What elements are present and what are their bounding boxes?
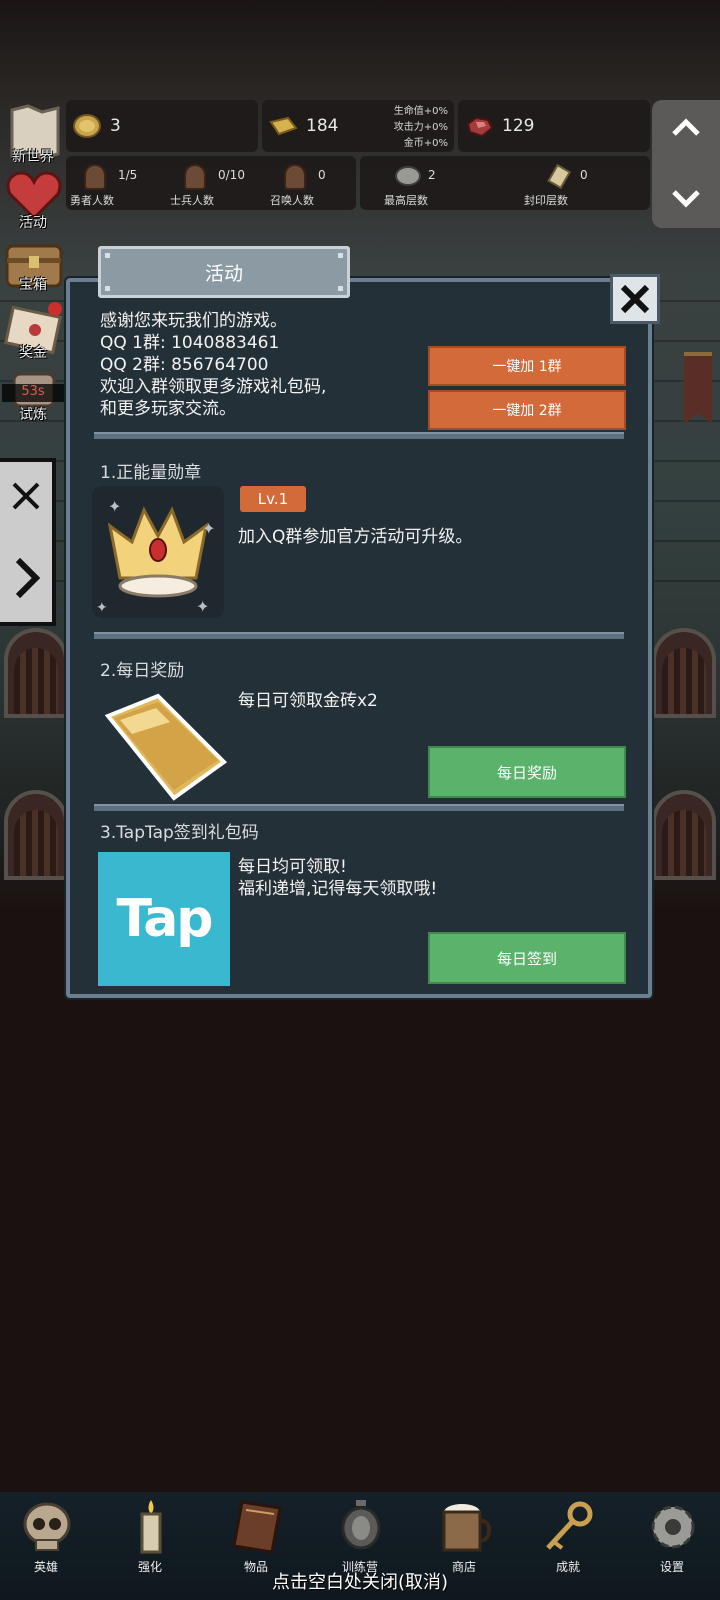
rivet [338,253,343,258]
gold-bonus: 金币+0% [403,138,448,149]
section-title-daily-reward: 2.每日奖励 [100,661,185,681]
section-divider [94,632,624,639]
wall-banner [684,352,712,424]
dialog-title-tab: 活动 [98,246,350,298]
summon-count-label: 召唤人数 [270,194,314,207]
coin-icon [73,114,101,138]
side-item-label: 活动 [19,215,47,231]
max-floor-value: 2 [428,168,436,182]
taptap-checkin-button[interactable]: 每日签到 [428,932,626,984]
svg-text:✦: ✦ [202,519,215,538]
max-floor-label: 最高层数 [384,194,428,207]
lantern-icon [341,1500,381,1550]
gem-counter: 129 [458,100,650,152]
trial-timer: 53s [2,384,64,402]
join-group-1-button[interactable]: 一键加 1群 [428,346,626,386]
close-x-icon [620,284,650,314]
crown-medal-icon: ✦ ✦ ✦ ✦ [96,497,215,616]
sealed-floor-value: 0 [580,168,588,182]
rivet [338,286,343,291]
notification-dot [48,302,62,316]
mug-icon [442,1504,491,1552]
svg-text:✦: ✦ [108,497,121,516]
hero-count: 1/5 勇者人数 [70,164,137,207]
side-panel-toggle[interactable] [0,458,56,626]
hero-figure-icon [84,164,106,190]
ruby-icon [466,116,494,138]
candle-icon [140,1500,162,1554]
dungeon-door [652,790,716,880]
join-group-2-button[interactable]: 一键加 2群 [428,390,626,430]
taptap-logo-text: Tap [116,889,213,949]
medal-level-badge: Lv.1 [240,486,306,512]
attack-bonus: 攻击力+0% [393,122,448,133]
side-item-activity[interactable]: 活动 [0,170,68,234]
hero-count-label: 勇者人数 [70,194,114,207]
bonus-stats: 生命值+0% 攻击力+0% 金币+0% [394,104,448,152]
key-icon [546,1501,593,1550]
dialog-close-button[interactable] [610,274,660,324]
section-title-medal: 1.正能量勋章 [100,463,202,483]
book-icon [232,1500,282,1554]
gear-icon [651,1505,695,1549]
scroll-down-icon[interactable] [670,188,702,208]
section-divider [94,804,624,811]
side-item-label: 新世界 [12,149,54,165]
close-icon[interactable] [10,480,42,512]
soldier-count-label: 士兵人数 [170,194,214,207]
max-floor-count: 2 最高层数 [384,164,436,207]
summon-count: 0 召唤人数 [270,164,326,207]
soldier-count: 0/10 士兵人数 [170,164,245,207]
side-item-new-world[interactable]: 新世界 [0,104,68,168]
svg-text:✦: ✦ [196,597,209,616]
summon-count-value: 0 [318,168,326,182]
rivet [105,253,110,258]
gold-brick-count: 184 [306,116,339,136]
side-item-label: 试炼 [19,407,47,423]
sealed-floor-label: 封印层数 [524,194,568,207]
dungeon-door [4,790,68,880]
medal-description: 加入Q群参加官方活动可升级。 [238,527,473,547]
medal-frame: ✦ ✦ ✦ ✦ [92,486,224,618]
svg-text:✦: ✦ [96,600,108,616]
taptap-logo: Tap [98,852,230,986]
section-divider [94,432,624,439]
coin-count: 3 [110,116,121,136]
taptap-description: 每日均可领取! 福利递增,记得每天领取哦! [238,857,438,899]
side-item-label: 奖金 [19,345,47,361]
hero-count-value: 1/5 [118,168,138,182]
daily-reward-description: 每日可领取金砖x2 [238,691,378,711]
gem-count: 129 [502,116,535,136]
gold-brick-icon [269,116,298,136]
floor-scroll-panel [652,100,720,228]
skull-icon [23,1502,71,1551]
soldier-count-value: 0/10 [218,168,245,182]
dungeon-door [652,628,716,718]
intro-text: 感谢您来玩我们的游戏。 QQ 1群: 1040883461 QQ 2群: 856… [100,311,327,419]
summon-figure-icon [284,164,306,190]
side-item-trial[interactable]: 53s 试炼 [0,368,68,432]
gold-bar-icon [104,693,228,801]
tap-outside-close-hint[interactable]: 点击空白处关闭(取消) [0,1568,720,1594]
dungeon-door [4,628,68,718]
soldier-figure-icon [184,164,206,190]
dialog-title: 活动 [204,262,243,285]
section-title-taptap: 3.TapTap签到礼包码 [100,823,259,843]
scroll-up-icon[interactable] [670,118,702,138]
side-item-bonus[interactable]: 奖金 [0,302,68,366]
daily-reward-button[interactable]: 每日奖励 [428,746,626,798]
gold-brick-counter: 184 生命值+0% 攻击力+0% 金币+0% [262,100,454,152]
side-item-chest[interactable]: 宝箱 [0,236,68,300]
coin-counter: 3 [66,100,258,152]
stone-icon [395,166,421,186]
rivet [105,286,110,291]
chevron-right-icon[interactable] [12,556,42,600]
side-item-label: 宝箱 [19,277,47,293]
scroll-icon [547,163,572,190]
sealed-floor-count: 0 封印层数 [524,163,588,207]
hp-bonus: 生命值+0% [393,106,448,117]
